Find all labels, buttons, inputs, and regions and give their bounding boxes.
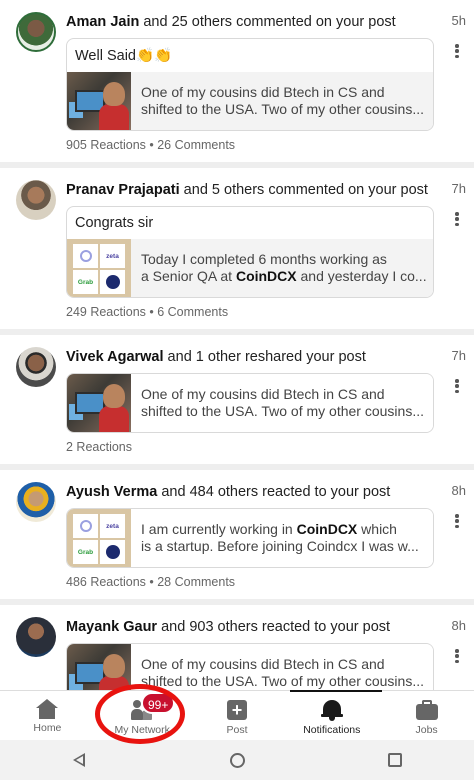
avatar[interactable] (16, 180, 56, 220)
logo-tile (73, 514, 98, 538)
shared-post-card[interactable]: zeta Grab I am currently working in Coin… (66, 508, 434, 568)
tab-post[interactable]: + Post (190, 691, 285, 740)
notification-time: 7h (451, 348, 466, 363)
shared-post-card[interactable]: One of my cousins did Btech in CS and sh… (66, 373, 434, 433)
notification-action: and 484 others reacted to your post (157, 484, 391, 500)
shared-post-preview[interactable]: One of my cousins did Btech in CS and sh… (67, 374, 433, 432)
plus-icon: + (225, 699, 249, 721)
actor-name[interactable]: Ayush Verma (66, 484, 157, 500)
back-icon[interactable] (64, 745, 94, 775)
actor-name[interactable]: Mayank Gaur (66, 619, 157, 635)
post-stats: 249 Reactions • 6 Comments (66, 305, 229, 319)
bell-icon (320, 699, 344, 721)
zeta-logo: zeta (100, 514, 125, 538)
shared-post-preview[interactable]: zeta Grab Today I completed 6 months wor… (67, 239, 433, 297)
avatar[interactable] (16, 12, 56, 52)
notification-time: 8h (451, 618, 466, 633)
bottom-nav: Home My Network + Post Notifications Job… (0, 690, 474, 740)
grab-logo: Grab (73, 270, 98, 294)
system-navigation-bar (0, 740, 474, 780)
logo-tile (73, 244, 98, 268)
post-snippet: Today I completed 6 months working as a … (141, 251, 427, 284)
comment-text: Congrats sir (75, 215, 154, 231)
post-snippet: I am currently working in CoinDCX which … (141, 521, 419, 554)
notification-headline: Pranav Prajapati and 5 others commented … (66, 180, 434, 200)
post-stats: 486 Reactions • 28 Comments (66, 575, 236, 589)
notification-item[interactable]: 8h Mayank Gaur and 903 others reacted to… (0, 599, 474, 690)
tab-label: Home (33, 722, 62, 734)
briefcase-icon (415, 699, 439, 721)
more-options-icon[interactable] (450, 210, 464, 228)
notification-item[interactable]: 8h Ayush Verma and 484 others reacted to… (0, 464, 474, 599)
shared-post-preview[interactable]: One of my cousins did Btech in CS and sh… (67, 644, 433, 690)
more-options-icon[interactable] (450, 42, 464, 60)
notification-action: and 25 others commented on your post (139, 14, 396, 30)
tab-label: My Network (114, 724, 170, 736)
actor-name[interactable]: Pranav Prajapati (66, 182, 180, 198)
shared-post-preview[interactable]: zeta Grab I am currently working in Coin… (67, 509, 433, 567)
post-snippet: One of my cousins did Btech in CS and sh… (141, 656, 424, 689)
notifications-feed[interactable]: 5h Aman Jain and 25 others commented on … (0, 0, 474, 690)
avatar[interactable] (16, 617, 56, 657)
comment-card[interactable]: Well Said👏👏 One of my cousins did Btech … (66, 38, 434, 131)
tab-home[interactable]: Home (0, 691, 95, 740)
more-options-icon[interactable] (450, 377, 464, 395)
zeta-logo: zeta (100, 244, 125, 268)
notification-time: 7h (451, 181, 466, 196)
notification-headline: Mayank Gaur and 903 others reacted to yo… (66, 617, 434, 637)
post-thumbnail (67, 374, 131, 432)
notification-headline: Aman Jain and 25 others commented on you… (66, 12, 434, 32)
network-count-badge: 99+ (141, 692, 176, 714)
grab-logo: Grab (73, 540, 98, 564)
notification-item[interactable]: 7h Vivek Agarwal and 1 other reshared yo… (0, 329, 474, 464)
notification-time: 8h (451, 483, 466, 498)
comment-text: Well Said👏👏 (75, 48, 173, 64)
post-stats: 905 Reactions • 26 Comments (66, 138, 236, 152)
shared-post-card[interactable]: One of my cousins did Btech in CS and sh… (66, 643, 434, 690)
notification-action: and 1 other reshared your post (163, 349, 366, 365)
actor-name[interactable]: Aman Jain (66, 14, 139, 30)
notification-item[interactable]: 5h Aman Jain and 25 others commented on … (0, 0, 474, 162)
notification-item[interactable]: 7h Pranav Prajapati and 5 others comment… (0, 162, 474, 329)
notification-headline: Vivek Agarwal and 1 other reshared your … (66, 347, 434, 367)
home-icon (36, 699, 59, 719)
actor-name[interactable]: Vivek Agarwal (66, 349, 164, 365)
post-thumbnail: zeta Grab (67, 239, 131, 297)
notification-headline: Ayush Verma and 484 others reacted to yo… (66, 482, 434, 502)
post-stats: 2 Reactions (66, 440, 133, 454)
coindcx-logo (100, 540, 125, 564)
post-thumbnail: zeta Grab (67, 509, 131, 567)
tab-label: Post (226, 724, 248, 736)
post-snippet: One of my cousins did Btech in CS and sh… (141, 84, 424, 117)
avatar[interactable] (16, 347, 56, 387)
tab-notifications[interactable]: Notifications (284, 691, 379, 740)
coindcx-logo (100, 270, 125, 294)
notification-action: and 5 others commented on your post (179, 182, 428, 198)
post-thumbnail (67, 72, 131, 130)
notification-action: and 903 others reacted to your post (157, 619, 391, 635)
post-snippet: One of my cousins did Btech in CS and sh… (141, 386, 424, 419)
avatar[interactable] (16, 482, 56, 522)
tab-jobs[interactable]: Jobs (379, 691, 474, 740)
post-thumbnail (67, 644, 131, 690)
tab-label: Jobs (415, 724, 438, 736)
home-circle-icon[interactable] (222, 745, 252, 775)
tab-label: Notifications (303, 724, 361, 736)
notification-time: 5h (451, 13, 466, 28)
more-options-icon[interactable] (450, 512, 464, 530)
shared-post-preview[interactable]: One of my cousins did Btech in CS and sh… (67, 72, 433, 130)
recent-apps-icon[interactable] (380, 745, 410, 775)
more-options-icon[interactable] (450, 647, 464, 665)
comment-card[interactable]: Congrats sir zeta Grab Today I completed… (66, 206, 434, 298)
